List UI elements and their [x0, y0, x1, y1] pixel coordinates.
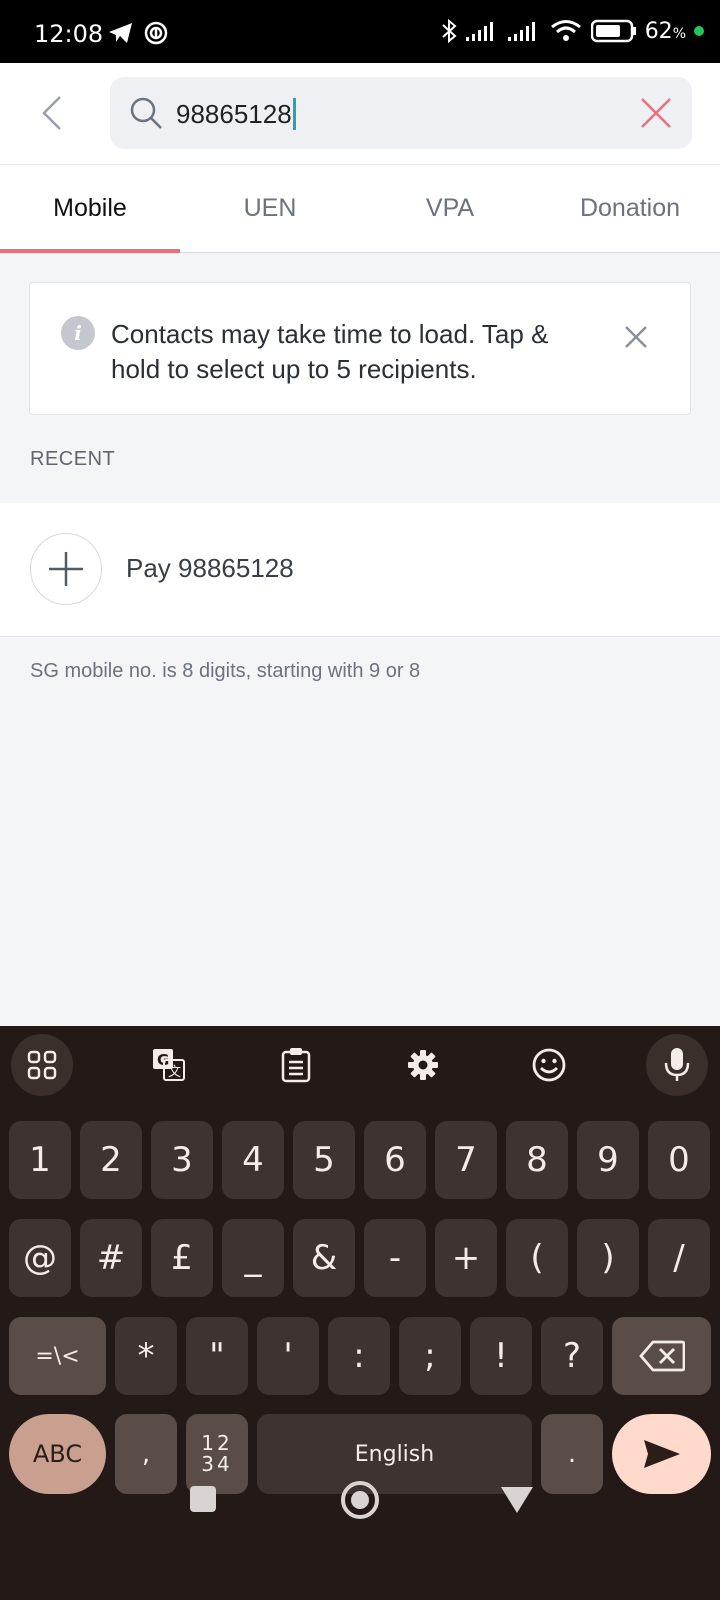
- key-asterisk[interactable]: *: [115, 1317, 177, 1395]
- tab-vpa[interactable]: VPA: [360, 165, 540, 252]
- mobile-format-hint: SG mobile no. is 8 digits, starting with…: [30, 660, 421, 682]
- telegram-icon: [109, 23, 132, 43]
- space-key[interactable]: English: [257, 1414, 532, 1494]
- key-minus[interactable]: -: [364, 1219, 426, 1297]
- key-0[interactable]: 0: [648, 1121, 710, 1199]
- key-close-paren[interactable]: ): [577, 1219, 639, 1297]
- numpad-label-top: 12: [201, 1431, 233, 1455]
- battery-percent: 62%: [644, 18, 686, 44]
- voice-input-button[interactable]: [646, 1034, 708, 1096]
- key-2[interactable]: 2: [80, 1121, 142, 1199]
- abc-button[interactable]: ABC: [9, 1414, 106, 1494]
- clear-search-button[interactable]: [638, 95, 674, 136]
- back-button[interactable]: [28, 89, 76, 137]
- backspace-button[interactable]: [612, 1317, 711, 1395]
- text-caret: [292, 98, 296, 130]
- emoji-icon: [532, 1048, 566, 1082]
- signal-icon-1: [465, 22, 493, 41]
- info-icon: i: [61, 316, 95, 350]
- close-icon: [641, 98, 671, 128]
- key-8[interactable]: 8: [506, 1121, 568, 1199]
- home-button[interactable]: [341, 1481, 379, 1519]
- signal-icon-2: [507, 22, 535, 41]
- key-3[interactable]: 3: [151, 1121, 213, 1199]
- dismiss-banner-button[interactable]: [624, 325, 648, 354]
- add-icon: [30, 533, 102, 605]
- back-nav-button[interactable]: [501, 1487, 533, 1513]
- key-1[interactable]: 1: [9, 1121, 71, 1199]
- key-double-quote[interactable]: ": [186, 1317, 248, 1395]
- key-4[interactable]: 4: [222, 1121, 284, 1199]
- search-icon: [130, 97, 162, 129]
- numpad-button[interactable]: 12 34: [186, 1414, 248, 1494]
- send-button[interactable]: [612, 1414, 711, 1494]
- numpad-label-bottom: 34: [201, 1452, 233, 1476]
- key-9[interactable]: 9: [577, 1121, 639, 1199]
- chevron-left-icon: [42, 96, 61, 130]
- key-exclamation[interactable]: !: [470, 1317, 532, 1395]
- tab-donation[interactable]: Donation: [540, 165, 720, 252]
- key-pound[interactable]: £: [151, 1219, 213, 1297]
- tab-uen[interactable]: UEN: [180, 165, 360, 252]
- settings-button[interactable]: [392, 1034, 454, 1096]
- key-semicolon[interactable]: ;: [399, 1317, 461, 1395]
- pay-number-label: Pay 98865128: [126, 553, 294, 583]
- bluetooth-icon: [442, 18, 457, 44]
- pay-number-row[interactable]: Pay 98865128: [0, 503, 720, 637]
- recent-section-label: RECENT: [30, 448, 116, 470]
- key-question[interactable]: ?: [541, 1317, 603, 1395]
- recent-apps-button[interactable]: [190, 1486, 216, 1512]
- grid-icon: [27, 1050, 57, 1080]
- status-bar: 12:08 62%: [0, 0, 720, 63]
- key-at[interactable]: @: [9, 1219, 71, 1297]
- key-7[interactable]: 7: [435, 1121, 497, 1199]
- key-slash[interactable]: /: [648, 1219, 710, 1297]
- search-value: 98865128: [176, 98, 292, 129]
- key-period[interactable]: .: [541, 1414, 603, 1494]
- battery-icon: [590, 19, 636, 43]
- key-ampersand[interactable]: &: [293, 1219, 355, 1297]
- key-plus[interactable]: +: [435, 1219, 497, 1297]
- key-6[interactable]: 6: [364, 1121, 426, 1199]
- nfc-icon: [144, 21, 168, 45]
- key-more-symbols[interactable]: =\<: [9, 1317, 106, 1395]
- key-single-quote[interactable]: ': [257, 1317, 319, 1395]
- info-banner-text: Contacts may take time to load. Tap & ho…: [111, 319, 549, 384]
- clipboard-button[interactable]: [265, 1034, 327, 1096]
- key-colon[interactable]: :: [328, 1317, 390, 1395]
- apps-grid-button[interactable]: [11, 1034, 73, 1096]
- privacy-indicator-dot: [694, 26, 704, 36]
- keyboard-toolbar: G文: [0, 1026, 720, 1106]
- key-5[interactable]: 5: [293, 1121, 355, 1199]
- gear-icon: [408, 1050, 438, 1080]
- emoji-button[interactable]: [518, 1034, 580, 1096]
- translate-button[interactable]: G文: [138, 1034, 200, 1096]
- tab-bar: Mobile UEN VPA Donation: [0, 165, 720, 253]
- search-input[interactable]: 98865128: [110, 77, 692, 149]
- svg-text:文: 文: [168, 1065, 181, 1080]
- close-icon: [625, 326, 647, 348]
- status-time: 12:08: [34, 20, 104, 48]
- wifi-icon: [550, 20, 581, 41]
- tab-mobile[interactable]: Mobile: [0, 165, 180, 253]
- microphone-icon: [664, 1048, 690, 1081]
- key-open-paren[interactable]: (: [506, 1219, 568, 1297]
- key-underscore[interactable]: _: [222, 1219, 284, 1297]
- key-comma[interactable]: ,: [115, 1414, 177, 1494]
- send-icon: [643, 1440, 680, 1468]
- header: 98865128: [0, 63, 720, 165]
- translate-icon: G文: [153, 1049, 185, 1081]
- key-hash[interactable]: #: [80, 1219, 142, 1297]
- clipboard-icon: [281, 1048, 311, 1083]
- info-banner: i Contacts may take time to load. Tap & …: [29, 282, 691, 415]
- backspace-icon: [638, 1340, 685, 1372]
